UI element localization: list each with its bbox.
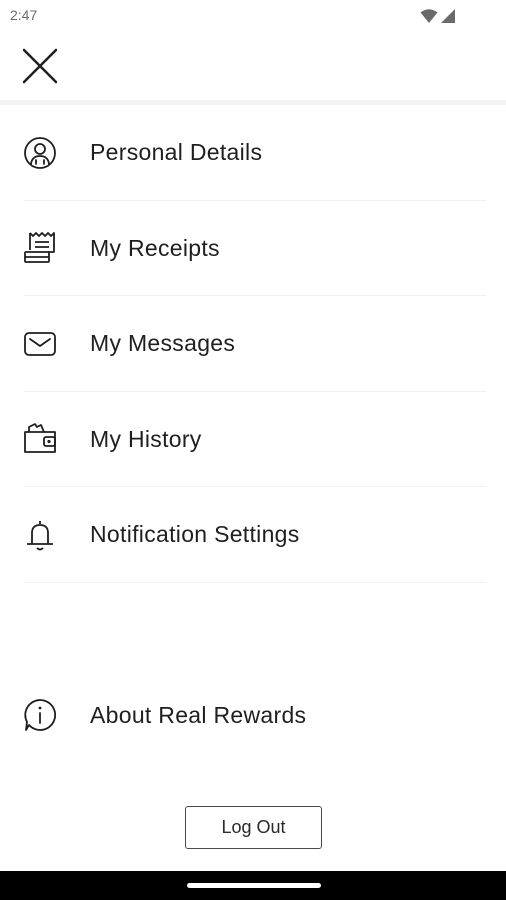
receipt-icon — [20, 228, 60, 268]
info-icon — [20, 695, 60, 735]
status-icons — [420, 8, 456, 24]
menu-item-my-receipts[interactable]: My Receipts — [0, 201, 506, 296]
menu-item-about-real-rewards[interactable]: About Real Rewards — [0, 667, 506, 763]
menu-item-my-messages[interactable]: My Messages — [0, 296, 506, 392]
menu-item-label: My Receipts — [90, 234, 220, 261]
cell-signal-icon — [441, 9, 455, 23]
menu-item-label: Notification Settings — [90, 521, 300, 548]
close-icon — [22, 48, 58, 84]
close-button[interactable] — [18, 44, 62, 88]
home-indicator[interactable] — [187, 883, 321, 888]
person-icon — [20, 133, 60, 173]
menu-item-personal-details[interactable]: Personal Details — [0, 105, 506, 201]
status-time: 2:47 — [10, 7, 38, 23]
mail-icon — [20, 324, 60, 364]
menu-item-label: My History — [90, 425, 202, 452]
bell-icon — [20, 515, 60, 555]
about-label: About Real Rewards — [90, 701, 307, 728]
system-nav-bar — [0, 871, 506, 900]
wifi-icon — [420, 9, 438, 23]
menu-divider — [24, 581, 486, 583]
menu-item-label: My Messages — [90, 330, 236, 357]
account-menu: Personal Details My Receipts My Messages — [0, 105, 506, 583]
status-bar: 2:47 — [0, 0, 506, 32]
menu-item-notification-settings[interactable]: Notification Settings — [0, 487, 506, 583]
menu-item-label: Personal Details — [90, 139, 263, 166]
menu-item-my-history[interactable]: My History — [0, 392, 506, 487]
log-out-button[interactable]: Log Out — [185, 806, 322, 849]
wallet-icon — [20, 419, 60, 459]
